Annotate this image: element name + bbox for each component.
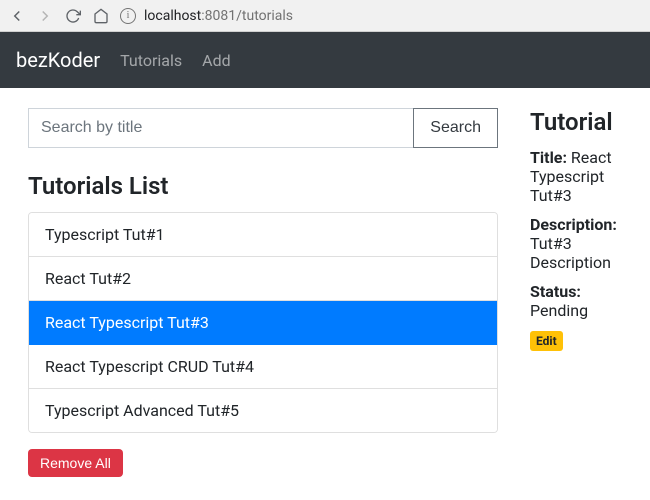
left-column: Search Tutorials List Typescript Tut#1Re… — [28, 108, 498, 477]
list-item[interactable]: Typescript Advanced Tut#5 — [29, 389, 497, 432]
back-icon[interactable] — [8, 7, 26, 25]
home-icon[interactable] — [92, 7, 110, 25]
address-bar[interactable]: i localhost:8081/tutorials — [120, 8, 642, 24]
list-item[interactable]: React Typescript CRUD Tut#4 — [29, 345, 497, 389]
detail-description-value: Tut#3 Description — [530, 234, 611, 272]
nav-link-tutorials[interactable]: Tutorials — [120, 51, 182, 70]
detail-status-value: Pending — [530, 301, 588, 320]
list-item[interactable]: React Tut#2 — [29, 257, 497, 301]
app-navbar: bezKoder Tutorials Add — [0, 32, 650, 88]
list-item[interactable]: React Typescript Tut#3 — [29, 301, 497, 345]
detail-status-row: Status: Pending — [530, 282, 622, 320]
tutorials-list: Typescript Tut#1React Tut#2React Typescr… — [28, 212, 498, 433]
search-row: Search — [28, 108, 498, 148]
detail-heading: Tutorial — [530, 108, 622, 136]
detail-description-label: Description: — [530, 215, 617, 234]
main-container: Search Tutorials List Typescript Tut#1Re… — [0, 88, 650, 497]
brand[interactable]: bezKoder — [16, 48, 100, 72]
site-info-icon[interactable]: i — [120, 8, 136, 24]
detail-title-row: Title: React Typescript Tut#3 — [530, 148, 622, 205]
url-path: :8081/tutorials — [201, 8, 293, 24]
search-button[interactable]: Search — [413, 108, 498, 148]
edit-button[interactable]: Edit — [530, 331, 563, 351]
detail-title-label: Title: — [530, 148, 567, 167]
nav-link-add[interactable]: Add — [202, 51, 230, 70]
forward-icon[interactable] — [36, 7, 54, 25]
detail-status-label: Status: — [530, 282, 581, 301]
url-host: localhost — [144, 8, 201, 24]
list-heading: Tutorials List — [28, 172, 498, 200]
remove-all-button[interactable]: Remove All — [28, 449, 123, 477]
detail-description-row: Description: Tut#3 Description — [530, 215, 622, 272]
reload-icon[interactable] — [64, 7, 82, 25]
search-input[interactable] — [28, 108, 413, 148]
right-column: Tutorial Title: React Typescript Tut#3 D… — [530, 108, 622, 477]
list-item[interactable]: Typescript Tut#1 — [29, 213, 497, 257]
browser-toolbar: i localhost:8081/tutorials — [0, 0, 650, 32]
